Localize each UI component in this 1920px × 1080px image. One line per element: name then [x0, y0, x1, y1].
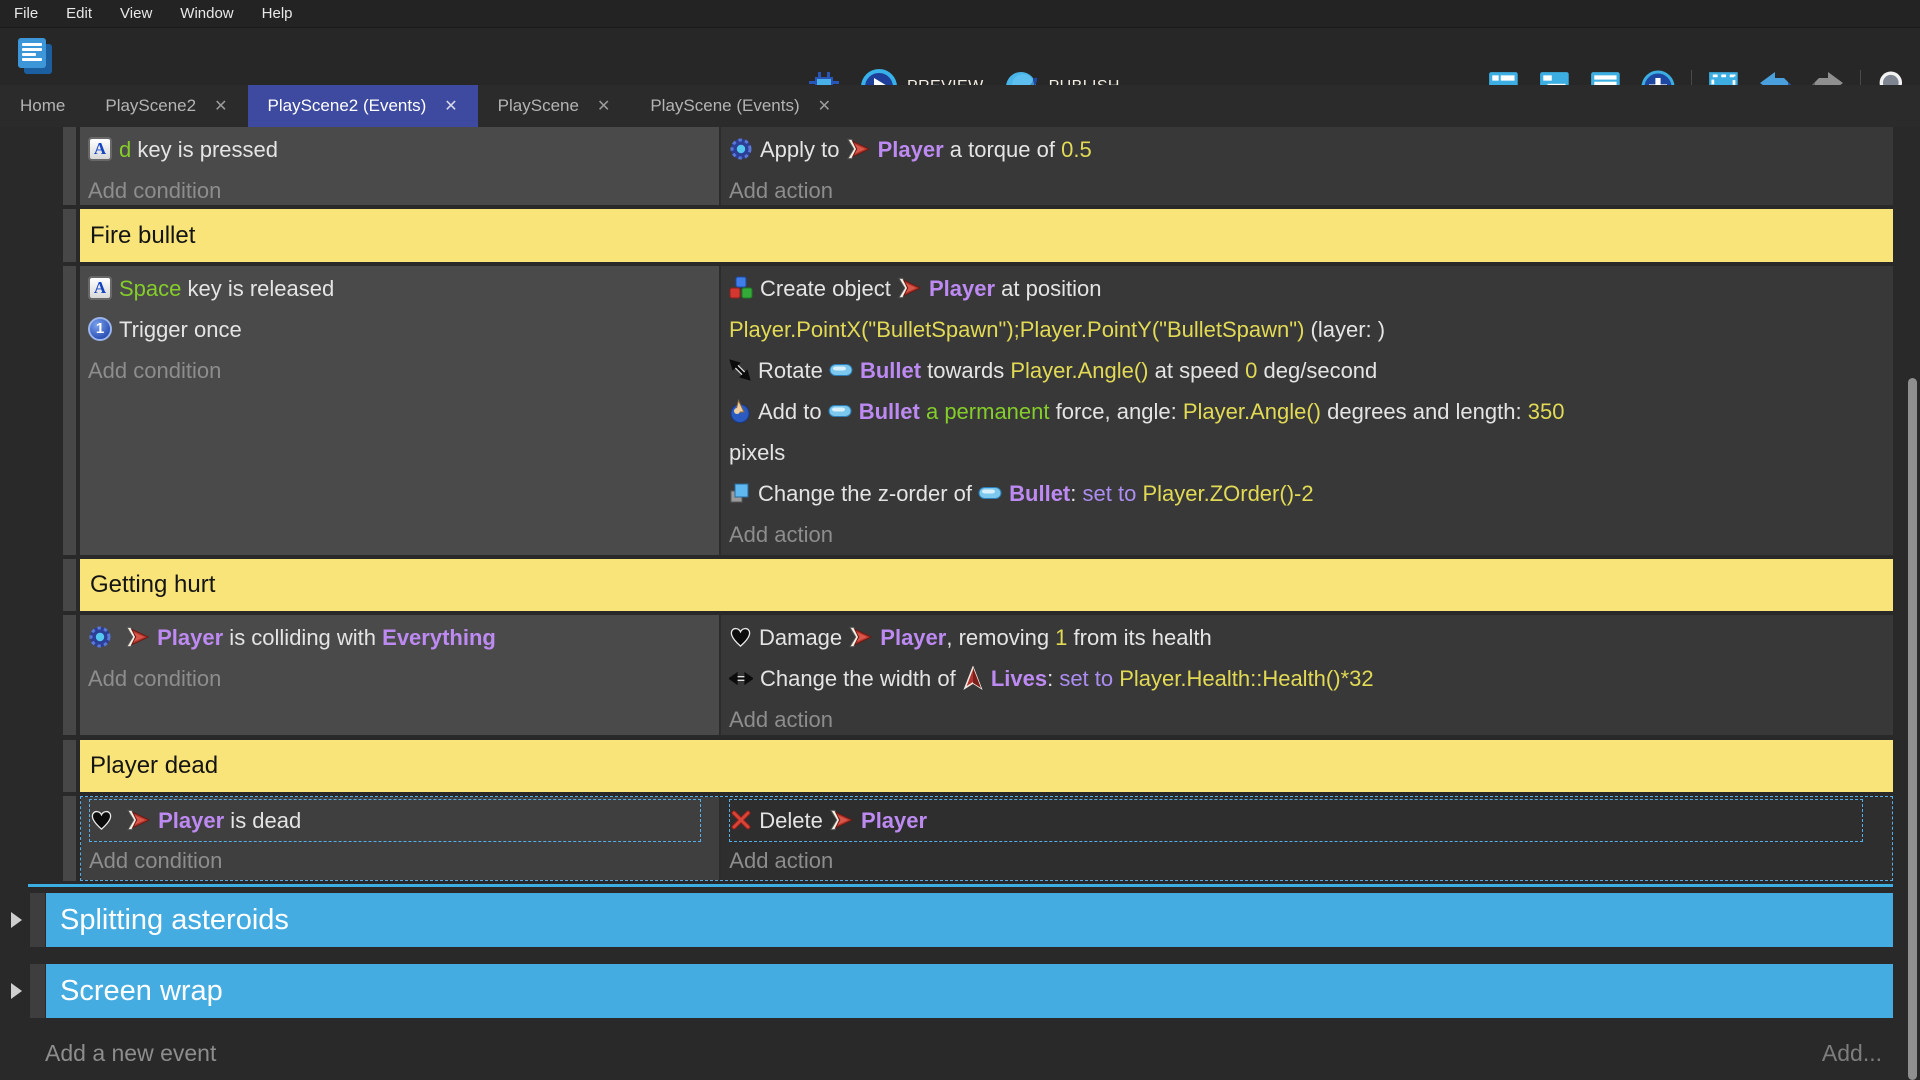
condition-line[interactable]: ASpace key is released: [88, 268, 713, 309]
actions-cell: Damage Player, removing 1 from its healt…: [719, 615, 1893, 735]
event-drag-handle[interactable]: [63, 559, 76, 611]
force-icon: [729, 399, 751, 423]
action-line[interactable]: Change the z-order of Bullet: set to Pla…: [729, 473, 1887, 514]
add-new-event[interactable]: Add a new event: [45, 1040, 216, 1067]
conditions-cell: Player is dead Add condition: [81, 797, 719, 880]
group-row[interactable]: Screen wrap: [46, 964, 1893, 1018]
close-icon[interactable]: ✕: [818, 96, 831, 116]
close-icon[interactable]: ✕: [214, 96, 227, 116]
create-object-icon: [729, 276, 753, 300]
event-row: ASpace key is released 1Trigger once Add…: [80, 266, 1893, 555]
player-icon: [846, 138, 871, 160]
bullet-icon: [829, 363, 853, 377]
bullet-icon: [978, 486, 1002, 500]
keyboard-key-icon: A: [88, 137, 112, 161]
menu-help[interactable]: Help: [248, 5, 307, 22]
width-icon: [729, 671, 753, 686]
event-row: Player is colliding with Everything Add …: [80, 615, 1893, 735]
comment-row[interactable]: Fire bullet: [80, 209, 1893, 262]
event-drag-handle[interactable]: [63, 209, 76, 262]
menu-bar: File Edit View Window Help: [0, 0, 1920, 27]
player-icon: [126, 809, 151, 831]
action-line[interactable]: pixels: [729, 432, 1887, 473]
gdevelop-logo-icon[interactable]: [16, 36, 56, 78]
expand-arrow-icon[interactable]: [11, 983, 22, 999]
conditions-cell: ASpace key is released 1Trigger once Add…: [80, 266, 719, 555]
add-action[interactable]: Add action: [729, 840, 1886, 880]
z-order-icon: [729, 482, 751, 504]
tab-playscene2-events[interactable]: PlayScene2 (Events) ✕: [248, 85, 478, 127]
events-sheet: Ad key is pressed Add condition Apply to…: [0, 127, 1920, 1080]
expand-arrow-icon[interactable]: [11, 912, 22, 928]
vertical-scrollbar[interactable]: [1908, 378, 1917, 1080]
gdevelop-window: File Edit View Window Help: [0, 0, 1920, 1080]
action-line[interactable]: Player.PointX("BulletSpawn");Player.Poin…: [729, 309, 1887, 350]
tab-playscene[interactable]: PlayScene ✕: [478, 85, 631, 127]
close-icon[interactable]: ✕: [597, 96, 610, 116]
action-line[interactable]: Create object Player at position: [729, 268, 1887, 309]
actions-cell: Create object Player at position Player.…: [719, 266, 1893, 555]
drop-indicator: [28, 884, 1893, 887]
event-drag-handle[interactable]: [63, 615, 76, 735]
actions-cell: Apply to Player a torque of 0.5 Add acti…: [719, 127, 1893, 205]
add-condition[interactable]: Add condition: [88, 658, 713, 699]
tab-playscene2[interactable]: PlayScene2 ✕: [85, 85, 247, 127]
heart-icon: [90, 810, 113, 831]
add-condition[interactable]: Add condition: [88, 170, 713, 205]
event-row: Ad key is pressed Add condition Apply to…: [80, 127, 1893, 205]
event-drag-handle[interactable]: [63, 127, 76, 205]
add-action[interactable]: Add action: [729, 699, 1887, 735]
add-action[interactable]: Add action: [729, 514, 1887, 555]
action-line[interactable]: Delete Player: [729, 799, 1863, 842]
conditions-cell: Player is colliding with Everything Add …: [80, 615, 719, 735]
close-icon[interactable]: ✕: [444, 96, 457, 116]
player-icon: [125, 626, 150, 648]
event-drag-handle[interactable]: [63, 796, 76, 881]
add-condition[interactable]: Add condition: [89, 840, 713, 880]
action-line[interactable]: Add to Bullet a permanent force, angle: …: [729, 391, 1887, 432]
group-row[interactable]: Splitting asteroids: [46, 893, 1893, 947]
condition-line[interactable]: Ad key is pressed: [88, 129, 713, 170]
add-action[interactable]: Add action: [729, 170, 1887, 205]
condition-line[interactable]: Player is colliding with Everything: [88, 617, 713, 658]
main-toolbar: PREVIEW PUBLISH: [0, 27, 1920, 85]
comment-row[interactable]: Getting hurt: [80, 559, 1893, 611]
heart-icon: [729, 627, 752, 648]
event-row-selected: Player is dead Add condition Delete Play…: [80, 796, 1893, 881]
lives-icon: [962, 666, 984, 690]
add-button[interactable]: Add...: [1822, 1040, 1882, 1067]
add-condition[interactable]: Add condition: [88, 350, 713, 391]
physics-icon: [88, 625, 112, 649]
tab-playscene-events[interactable]: PlayScene (Events) ✕: [630, 85, 851, 127]
action-line[interactable]: Damage Player, removing 1 from its healt…: [729, 617, 1887, 658]
menu-edit[interactable]: Edit: [52, 5, 106, 22]
player-icon: [897, 277, 922, 299]
menu-file[interactable]: File: [0, 5, 52, 22]
tab-home[interactable]: Home: [0, 85, 85, 127]
physics-icon: [729, 137, 753, 161]
keyboard-key-icon: A: [88, 276, 112, 300]
action-line[interactable]: Rotate Bullet towards Player.Angle() at …: [729, 350, 1887, 391]
event-drag-handle[interactable]: [63, 266, 76, 555]
condition-line[interactable]: 1Trigger once: [88, 309, 713, 350]
menu-window[interactable]: Window: [166, 5, 247, 22]
action-line[interactable]: Change the width of Lives: set to Player…: [729, 658, 1887, 699]
action-line[interactable]: Apply to Player a torque of 0.5: [729, 129, 1887, 170]
delete-icon: [730, 809, 752, 831]
actions-cell: Delete Player Add action: [719, 797, 1892, 880]
editor-tabbar: Home PlayScene2 ✕ PlayScene2 (Events) ✕ …: [0, 85, 1920, 127]
rotate-icon: [729, 359, 751, 381]
group-drag-handle[interactable]: [30, 893, 45, 947]
condition-line[interactable]: Player is dead: [89, 799, 701, 842]
bullet-icon: [828, 404, 852, 418]
conditions-cell: Ad key is pressed Add condition: [80, 127, 719, 205]
event-drag-handle[interactable]: [63, 740, 76, 792]
menu-view[interactable]: View: [106, 5, 166, 22]
player-icon: [829, 809, 854, 831]
trigger-once-icon: 1: [88, 317, 112, 341]
group-drag-handle[interactable]: [30, 964, 45, 1018]
comment-row[interactable]: Player dead: [80, 740, 1893, 792]
player-icon: [848, 626, 873, 648]
